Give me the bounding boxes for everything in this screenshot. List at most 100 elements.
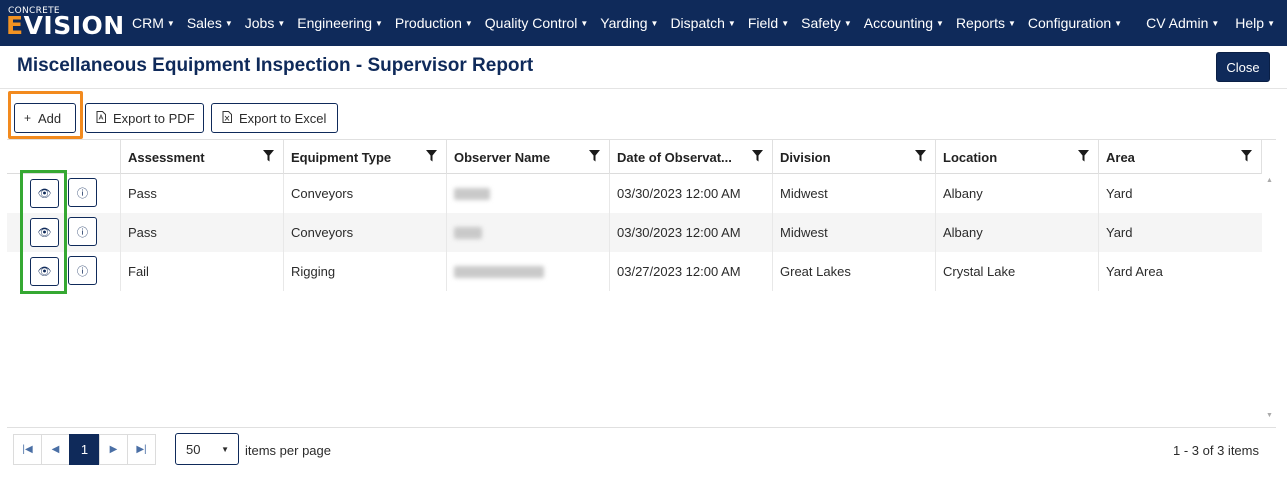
concrete-vision-logo[interactable]: CONCRETE EVISION xyxy=(6,6,124,40)
filter-icon[interactable] xyxy=(752,150,763,162)
info-button[interactable]: ⓘ xyxy=(68,178,97,207)
filter-icon[interactable] xyxy=(263,150,274,162)
filter-icon[interactable] xyxy=(589,150,600,162)
cell-observer-name-redacted xyxy=(446,213,609,252)
export-excel-button[interactable]: Export to Excel xyxy=(211,103,338,133)
table-row: 👁 ⓘ Pass Conveyors 03/30/2023 12:00 AM M… xyxy=(7,213,1262,252)
filter-icon[interactable] xyxy=(1241,150,1252,162)
cell-assessment: Pass xyxy=(120,174,283,213)
info-icon: ⓘ xyxy=(77,265,88,278)
caret-down-icon: ▼ xyxy=(580,19,589,28)
user-menu-area: CV Admin ▼ Help ▼ xyxy=(1130,0,1275,46)
page-size-select[interactable]: 50 ▼ xyxy=(175,433,239,465)
export-excel-label: Export to Excel xyxy=(239,110,327,126)
cell-area: Yard xyxy=(1098,174,1262,213)
cell-area: Yard xyxy=(1098,213,1262,252)
first-page-button[interactable]: |◀ xyxy=(13,434,42,465)
grid-header: Assessment Equipment Type Observer Name … xyxy=(7,140,1262,174)
cell-equipment-type: Conveyors xyxy=(283,174,446,213)
filter-icon[interactable] xyxy=(426,150,437,162)
nav-sales[interactable]: Sales ▼ xyxy=(187,15,233,31)
cell-location: Albany xyxy=(935,213,1098,252)
cell-location: Albany xyxy=(935,174,1098,213)
top-navbar: CONCRETE EVISION CRM ▼ Sales ▼ Jobs ▼ Engin… xyxy=(0,0,1287,46)
close-button[interactable]: Close xyxy=(1216,52,1270,82)
page-number-button[interactable]: 1 xyxy=(69,434,100,465)
info-button[interactable]: ⓘ xyxy=(68,217,97,246)
caret-down-icon: ▼ xyxy=(277,19,286,28)
column-header-date-of-observation[interactable]: Date of Observat... xyxy=(609,140,772,174)
next-page-button[interactable]: ▶ xyxy=(99,434,128,465)
info-button[interactable]: ⓘ xyxy=(68,256,97,285)
nav-jobs[interactable]: Jobs ▼ xyxy=(245,15,286,31)
info-icon: ⓘ xyxy=(77,226,88,239)
caret-down-icon: ▼ xyxy=(464,19,473,28)
nav-help[interactable]: Help ▼ xyxy=(1235,15,1275,31)
filter-icon[interactable] xyxy=(915,150,926,162)
pager: |◀ ◀ 1 ▶ ▶| xyxy=(13,434,156,465)
nav-production[interactable]: Production ▼ xyxy=(395,15,473,31)
export-pdf-label: Export to PDF xyxy=(113,110,195,126)
cell-observer-name-redacted xyxy=(446,252,609,291)
pdf-file-icon xyxy=(96,110,106,126)
nav-dispatch[interactable]: Dispatch ▼ xyxy=(670,15,735,31)
cell-date: 03/27/2023 12:00 AM xyxy=(609,252,772,291)
cell-equipment-type: Conveyors xyxy=(283,213,446,252)
column-header-location[interactable]: Location xyxy=(935,140,1098,174)
caret-down-icon: ▼ xyxy=(843,19,852,28)
last-page-button[interactable]: ▶| xyxy=(127,434,156,465)
nav-yarding[interactable]: Yarding ▼ xyxy=(600,15,658,31)
cell-assessment: Pass xyxy=(120,213,283,252)
caret-down-icon: ▼ xyxy=(1267,19,1275,28)
add-button-highlight xyxy=(8,91,83,139)
cell-assessment: Fail xyxy=(120,252,283,291)
page-title: Miscellaneous Equipment Inspection - Sup… xyxy=(17,55,534,76)
column-header-division[interactable]: Division xyxy=(772,140,935,174)
prev-page-button[interactable]: ◀ xyxy=(41,434,70,465)
scroll-down-arrow-icon[interactable]: ▼ xyxy=(1266,412,1273,419)
last-page-icon: ▶| xyxy=(136,444,147,455)
caret-down-icon: ▼ xyxy=(1211,19,1220,28)
caret-down-icon: ▼ xyxy=(650,19,659,28)
caret-down-icon: ▼ xyxy=(727,19,736,28)
caret-down-icon: ▼ xyxy=(1007,19,1016,28)
nav-quality-control[interactable]: Quality Control ▼ xyxy=(485,15,589,31)
logo-vision-text: VISION xyxy=(23,11,125,40)
export-pdf-button[interactable]: Export to PDF xyxy=(85,103,204,133)
column-header-observer-name[interactable]: Observer Name xyxy=(446,140,609,174)
caret-down-icon: ▼ xyxy=(1114,19,1123,28)
table-row: 👁 ⓘ Pass Conveyors 03/30/2023 12:00 AM M… xyxy=(7,174,1262,213)
nav-engineering[interactable]: Engineering ▼ xyxy=(297,15,383,31)
filter-icon[interactable] xyxy=(1078,150,1089,162)
nav-reports[interactable]: Reports ▼ xyxy=(956,15,1016,31)
cell-division: Great Lakes xyxy=(772,252,935,291)
nav-field[interactable]: Field ▼ xyxy=(748,15,789,31)
column-header-assessment[interactable]: Assessment xyxy=(120,140,283,174)
caret-down-icon: ▼ xyxy=(936,19,944,28)
cell-date: 03/30/2023 12:00 AM xyxy=(609,174,772,213)
column-header-area[interactable]: Area xyxy=(1098,140,1262,174)
nav-accounting[interactable]: Accounting ▼ xyxy=(864,15,944,31)
logo-e-letter: E xyxy=(6,11,24,40)
caret-down-icon: ▼ xyxy=(224,19,233,28)
cell-observer-name-redacted xyxy=(446,174,609,213)
caret-down-icon: ▼ xyxy=(375,19,383,28)
nav-configuration[interactable]: Configuration ▼ xyxy=(1028,15,1122,31)
scroll-up-arrow-icon[interactable]: ▲ xyxy=(1266,177,1273,184)
main-menu: CRM ▼ Sales ▼ Jobs ▼ Engineering ▼ Productio… xyxy=(132,0,1134,46)
view-buttons-highlight xyxy=(20,170,67,294)
cell-equipment-type: Rigging xyxy=(283,252,446,291)
cell-division: Midwest xyxy=(772,174,935,213)
pager-info: 1 - 3 of 3 items xyxy=(1173,443,1259,458)
cell-location: Crystal Lake xyxy=(935,252,1098,291)
dropdown-arrow-icon: ▼ xyxy=(221,445,229,454)
nav-safety[interactable]: Safety ▼ xyxy=(801,15,852,31)
column-header-equipment-type[interactable]: Equipment Type xyxy=(283,140,446,174)
nav-crm[interactable]: CRM ▼ xyxy=(132,15,175,31)
next-page-icon: ▶ xyxy=(109,444,118,455)
cell-date: 03/30/2023 12:00 AM xyxy=(609,213,772,252)
caret-down-icon: ▼ xyxy=(781,19,790,28)
nav-user-menu[interactable]: CV Admin ▼ xyxy=(1146,15,1219,31)
items-per-page-label: items per page xyxy=(245,443,331,458)
prev-page-icon: ◀ xyxy=(51,444,60,455)
